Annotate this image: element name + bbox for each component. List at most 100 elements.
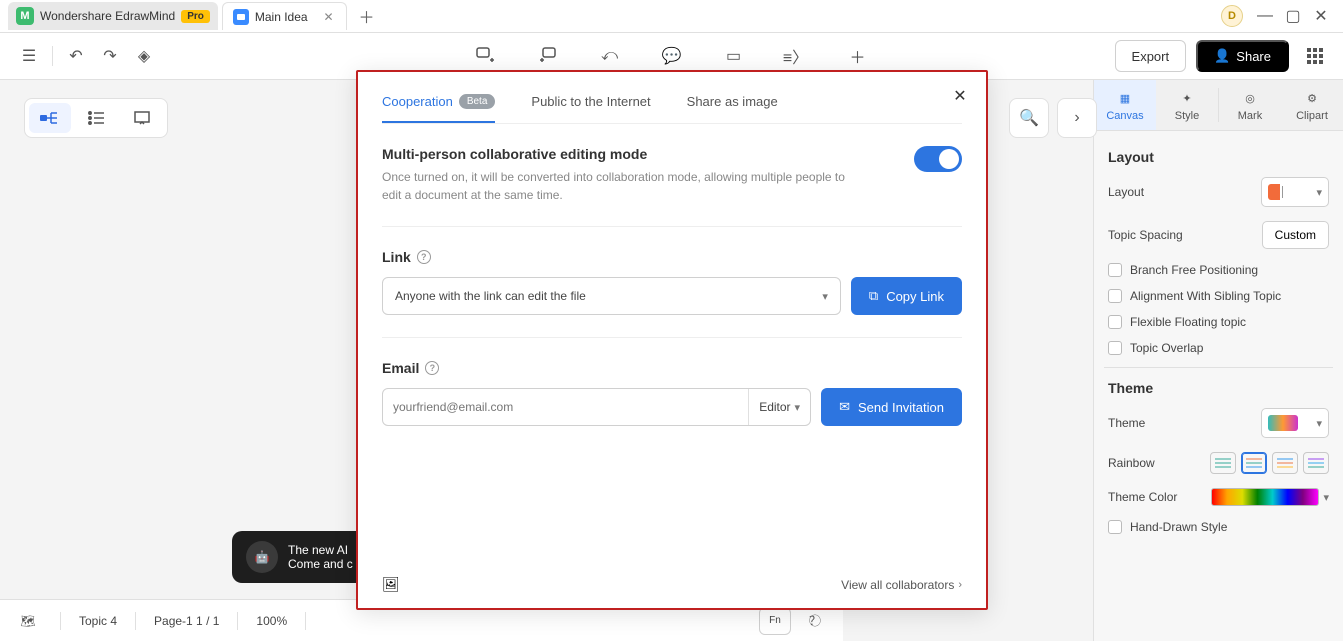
clipart-icon: ⚙	[1302, 88, 1322, 108]
layout-thumb-icon	[1268, 184, 1298, 200]
close-tab-icon[interactable]: ✕	[322, 10, 336, 24]
summary-icon[interactable]: ≡〉	[779, 39, 813, 73]
insert-topic-icon[interactable]	[469, 39, 503, 73]
tab-document[interactable]: Main Idea ✕	[222, 2, 347, 30]
tab-canvas[interactable]: ▦ Canvas	[1094, 80, 1156, 130]
ai-toast-line2: Come and c	[288, 557, 353, 571]
tab-public-internet[interactable]: Public to the Internet	[531, 86, 650, 123]
theme-color-picker[interactable]: ▾	[1211, 488, 1329, 506]
right-panel-tabs: ▦ Canvas ✦ Style ◎ Mark ⚙ Clipart	[1094, 80, 1343, 131]
check-branch-free[interactable]: Branch Free Positioning	[1108, 263, 1329, 277]
layout-picker[interactable]: ▾	[1261, 177, 1329, 207]
expand-panel-icon[interactable]: ›	[1057, 98, 1097, 138]
email-title: Email	[382, 360, 419, 376]
role-label: Editor	[759, 400, 790, 414]
help-icon[interactable]: ？⃝	[801, 607, 829, 635]
collab-section: Multi-person collaborative editing mode …	[382, 124, 962, 227]
topic-spacing-label: Topic Spacing	[1108, 228, 1183, 242]
send-invitation-button[interactable]: ✉ Send Invitation	[821, 388, 962, 426]
tab-cooperation[interactable]: Cooperation Beta	[382, 86, 495, 123]
role-select[interactable]: Editor ▾	[748, 389, 800, 425]
new-tab-button[interactable]: ＋	[355, 4, 379, 28]
style-icon: ✦	[1177, 88, 1197, 108]
view-all-label: View all collaborators	[841, 578, 954, 592]
tab-clipart-label: Clipart	[1296, 110, 1328, 122]
boundary-icon[interactable]: ▭	[717, 39, 751, 73]
tab-cooperation-label: Cooperation	[382, 94, 453, 109]
checkbox-icon	[1108, 341, 1122, 355]
sb-zoom[interactable]: 100%	[256, 614, 287, 628]
right-panel-body: Layout Layout ▾ Topic Spacing Custom Bra…	[1094, 131, 1343, 558]
avatar[interactable]: D	[1221, 5, 1243, 27]
redo-icon[interactable]: ↷	[93, 39, 127, 73]
theme-thumb-icon	[1268, 415, 1298, 431]
ai-avatar-icon: 🤖	[246, 541, 278, 573]
tab-mark[interactable]: ◎ Mark	[1219, 80, 1281, 130]
copy-link-button[interactable]: ⧉ Copy Link	[851, 277, 962, 315]
tab-style[interactable]: ✦ Style	[1156, 80, 1218, 130]
app-name: Wondershare EdrawMind	[40, 9, 175, 23]
mindmap-view-icon[interactable]	[29, 103, 71, 133]
send-invitation-label: Send Invitation	[858, 400, 944, 415]
rainbow-label: Rainbow	[1108, 456, 1155, 470]
share-button[interactable]: 👤 Share	[1196, 40, 1289, 72]
tab-share-image[interactable]: Share as image	[687, 86, 778, 123]
close-window-icon[interactable]: ✕	[1307, 2, 1335, 30]
minimize-icon[interactable]: —	[1251, 2, 1279, 30]
fn-button[interactable]: Fn	[759, 607, 791, 635]
check-flex-float[interactable]: Flexible Floating topic	[1108, 315, 1329, 329]
outline-view-icon[interactable]	[75, 103, 117, 133]
checkbox-icon	[1108, 520, 1122, 534]
chevron-right-icon: ›	[958, 579, 962, 591]
map-outline-icon[interactable]: 🗺	[14, 607, 42, 635]
collab-toggle[interactable]	[914, 146, 962, 172]
checkbox-icon	[1108, 263, 1122, 277]
slideshow-view-icon[interactable]	[121, 103, 163, 133]
help-icon[interactable]: ?	[425, 361, 439, 375]
add-icon[interactable]: ＋	[841, 39, 875, 73]
help-icon[interactable]: ?	[417, 250, 431, 264]
insert-subtopic-icon[interactable]	[531, 39, 565, 73]
rainbow-option-2[interactable]	[1241, 452, 1267, 474]
view-all-collaborators[interactable]: View all collaborators ›	[841, 578, 962, 592]
tab-style-label: Style	[1175, 110, 1199, 122]
check-align-sibling[interactable]: Alignment With Sibling Topic	[1108, 289, 1329, 303]
apps-grid-icon[interactable]	[1299, 40, 1331, 72]
theme-color-label: Theme Color	[1108, 490, 1177, 504]
callout-icon[interactable]: 💬	[655, 39, 689, 73]
tab-mark-label: Mark	[1238, 110, 1262, 122]
relationship-icon[interactable]: ⤺	[593, 39, 627, 73]
tab-clipart[interactable]: ⚙ Clipart	[1281, 80, 1343, 130]
right-panel: ▦ Canvas ✦ Style ◎ Mark ⚙ Clipart Layout…	[1093, 80, 1343, 641]
email-input-wrap: Editor ▾	[382, 388, 811, 426]
menu-icon[interactable]: ☰	[12, 39, 46, 73]
rainbow-option-4[interactable]	[1303, 452, 1329, 474]
email-section: Email ? Editor ▾ ✉ Send Invitation	[382, 338, 962, 448]
ai-toast[interactable]: 🤖 The new AI Come and c	[232, 531, 367, 583]
paste-style-icon[interactable]: ◈	[127, 39, 161, 73]
check-topic-overlap[interactable]: Topic Overlap	[1108, 341, 1329, 355]
layout-label: Layout	[1108, 185, 1144, 199]
link-permission-label: Anyone with the link can edit the file	[395, 289, 586, 303]
email-input[interactable]	[393, 400, 740, 414]
search-icon[interactable]: 🔍	[1009, 98, 1049, 138]
custom-spacing-button[interactable]: Custom	[1262, 221, 1329, 249]
sb-topic[interactable]: Topic 4	[79, 614, 117, 628]
theme-picker[interactable]: ▾	[1261, 408, 1329, 438]
check-hand-drawn[interactable]: Hand-Drawn Style	[1108, 520, 1329, 534]
canvas-utilities: 🔍 ›	[1009, 98, 1097, 138]
maximize-icon[interactable]: ▢	[1279, 2, 1307, 30]
rainbow-option-3[interactable]	[1272, 452, 1298, 474]
export-button[interactable]: Export	[1115, 40, 1187, 72]
close-modal-icon[interactable]: ✕	[948, 84, 972, 108]
ai-toast-line1: The new AI	[288, 543, 353, 557]
rainbow-option-1[interactable]	[1210, 452, 1236, 474]
collaborator-avatar-icon	[382, 576, 400, 594]
toolbar-center: ⤺ 💬 ▭ ≡〉 ＋	[469, 39, 875, 73]
sb-page[interactable]: Page-1 1 / 1	[154, 614, 219, 628]
link-permission-select[interactable]: Anyone with the link can edit the file ▾	[382, 277, 841, 315]
checkbox-icon	[1108, 289, 1122, 303]
titlebar: M Wondershare EdrawMind Pro Main Idea ✕ …	[0, 0, 1343, 32]
undo-icon[interactable]: ↶	[59, 39, 93, 73]
tab-app-home[interactable]: M Wondershare EdrawMind Pro	[8, 2, 218, 30]
